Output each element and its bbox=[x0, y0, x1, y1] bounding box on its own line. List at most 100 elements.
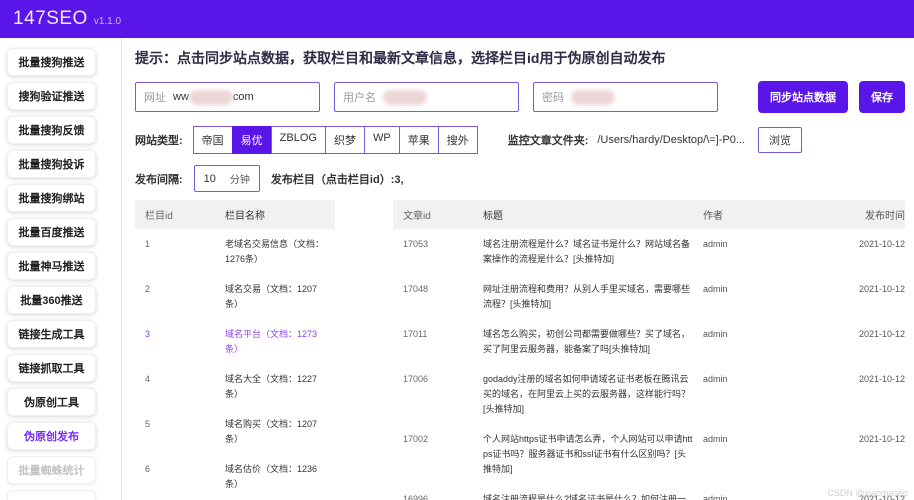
column-row[interactable]: 1 老域名交易信息（文档：1276条） bbox=[135, 229, 335, 274]
site-url-value-suffix: com bbox=[232, 91, 254, 103]
columns-table: 栏目id 栏目名称 1 老域名交易信息（文档：1276条） 2 域名交易（文档：120… bbox=[135, 200, 335, 500]
column-name: 域名购买（文档：1207条） bbox=[225, 419, 318, 444]
article-date: 2021-10-12 bbox=[858, 329, 905, 339]
password-label: 密码 bbox=[542, 92, 564, 104]
sidebar-item-4[interactable]: 批量搜狗投诉 bbox=[7, 150, 96, 178]
password-input[interactable]: 密码 bbox=[533, 82, 718, 112]
article-author: admin bbox=[703, 284, 728, 294]
column-name: 域名大全（文档：1227条） bbox=[225, 374, 318, 399]
article-date: 2021-10-12 bbox=[858, 239, 905, 249]
column-name: 老域名交易信息（文档：1276条） bbox=[225, 239, 325, 264]
article-title-header: 标题 bbox=[483, 211, 503, 222]
sidebar-item-10[interactable]: 链接抓取工具 bbox=[7, 354, 96, 382]
main-content: 提示：点击同步站点数据，获取栏目和最新文章信息，选择栏目id用于伪原创自动发布 … bbox=[122, 38, 914, 500]
site-url-label: 网址 bbox=[144, 92, 166, 104]
article-id: 17048 bbox=[403, 284, 429, 294]
column-row[interactable]: 4 域名大全（文档：1227条） bbox=[135, 364, 335, 409]
site-type-option-搜外[interactable]: 搜外 bbox=[437, 126, 478, 154]
column-name: 域名估价（文档：1236条） bbox=[225, 464, 318, 489]
sidebar-item-9[interactable]: 链接生成工具 bbox=[7, 320, 96, 348]
publish-columns-label: 发布栏目（点击栏目id）:3, bbox=[270, 173, 404, 186]
column-row[interactable]: 6 域名估价（文档：1236条） bbox=[135, 454, 335, 499]
app-version: v1.1.0 bbox=[93, 16, 122, 27]
site-type-option-苹果[interactable]: 苹果 bbox=[398, 126, 439, 154]
articles-table: 文章id 标题 作者 发布时间 17053 域名注册流程是什么？域名证书是什么？网… bbox=[393, 200, 905, 500]
column-id[interactable]: 4 bbox=[145, 372, 225, 402]
site-type-option-易优[interactable]: 易优 bbox=[231, 126, 272, 154]
site-type-option-ZBLOG[interactable]: ZBLOG bbox=[270, 126, 326, 154]
username-label: 用户名 bbox=[343, 92, 376, 104]
sidebar-item-14 bbox=[7, 490, 96, 500]
article-id: 16996 bbox=[403, 494, 429, 500]
sidebar-item-13: 批量蜘蛛统计 bbox=[7, 456, 96, 484]
article-row: 17053 域名注册流程是什么？域名证书是什么？网站域名备案操作的流程是什么？[头… bbox=[393, 229, 905, 274]
column-id[interactable]: 3 bbox=[145, 327, 225, 357]
article-id: 17053 bbox=[403, 239, 429, 249]
column-id[interactable]: 1 bbox=[145, 237, 225, 267]
article-author-header: 作者 bbox=[703, 211, 723, 222]
articles-table-header: 文章id 标题 作者 发布时间 bbox=[393, 200, 905, 229]
article-date-header: 发布时间 bbox=[865, 211, 905, 222]
watermark: CSDN @xiaomaseo bbox=[827, 488, 908, 498]
article-date: 2021-10-12 bbox=[858, 434, 905, 444]
article-author: admin bbox=[703, 329, 728, 339]
interval-input[interactable]: 10 分钟 bbox=[193, 165, 260, 192]
article-title: 个人网站https证书申请怎么弄，个人网站可以申请https证书吗？服务器证书和… bbox=[483, 434, 693, 474]
article-title: 域名注册流程是什么?域名证书是什么？如何注册一个域名？[头推特加] bbox=[483, 494, 687, 500]
site-credentials-row: 网址 ww com 用户名 密码 同步站点数据 保存 bbox=[135, 81, 905, 113]
article-id: 17006 bbox=[403, 374, 429, 384]
sidebar-item-6[interactable]: 批量百度推送 bbox=[7, 218, 96, 246]
sidebar-item-3[interactable]: 批量搜狗反馈 bbox=[7, 116, 96, 144]
monitor-folder-path: /Users/hardy/Desktop/\=]-P0... bbox=[597, 134, 746, 146]
site-type-option-WP[interactable]: WP bbox=[363, 126, 400, 154]
username-input[interactable]: 用户名 bbox=[334, 82, 519, 112]
save-button[interactable]: 保存 bbox=[859, 81, 905, 113]
sidebar: 批量搜狗推送 搜狗验证推送 批量搜狗反馈 批量搜狗投诉 批量搜狗绑站 批量百度推送 批量神马… bbox=[0, 38, 122, 500]
tables-area: 栏目id 栏目名称 1 老域名交易信息（文档：1276条） 2 域名交易（文档：120… bbox=[135, 200, 905, 500]
article-author: admin bbox=[703, 434, 728, 444]
redacted-password-blur bbox=[571, 89, 615, 105]
article-date: 2021-10-12 bbox=[858, 284, 905, 294]
app-title: 147SEO bbox=[13, 8, 88, 29]
sidebar-item-12[interactable]: 伪原创发布 bbox=[7, 422, 96, 450]
sidebar-item-8[interactable]: 批量360推送 bbox=[7, 286, 96, 314]
article-id-header: 文章id bbox=[403, 211, 431, 222]
article-row: 17002 个人网站https证书申请怎么弄，个人网站可以申请https证书吗？服… bbox=[393, 424, 905, 484]
interval-value: 10 bbox=[203, 172, 216, 185]
site-type-option-织梦[interactable]: 织梦 bbox=[324, 126, 365, 154]
app-header: 147SEO v1.1.0 bbox=[0, 0, 914, 38]
sync-site-data-button[interactable]: 同步站点数据 bbox=[758, 81, 848, 113]
column-row[interactable]: 5 域名购买（文档：1207条） bbox=[135, 409, 335, 454]
article-title: 域名注册流程是什么？域名证书是什么？网站域名备案操作的流程是什么？[头推特加] bbox=[483, 239, 691, 264]
article-author: admin bbox=[703, 374, 728, 384]
column-row[interactable]: 2 域名交易（文档：1207条） bbox=[135, 274, 335, 319]
article-id: 17002 bbox=[403, 434, 429, 444]
column-row[interactable]: 3 域名平台（文档：1273条） bbox=[135, 319, 335, 364]
article-title: 网址注册流程和费用？从别人手里买域名，需要哪些流程？[头推特加] bbox=[483, 284, 691, 309]
article-row: 17011 域名怎么购买，初创公司都需要做哪些？买了域名，买了阿里云服务器，能备案… bbox=[393, 319, 905, 364]
redacted-url-blur bbox=[188, 89, 233, 105]
article-date: 2021-10-12 bbox=[858, 374, 905, 384]
column-id[interactable]: 5 bbox=[145, 417, 225, 447]
column-name-header: 栏目名称 bbox=[225, 211, 265, 222]
sidebar-item-11[interactable]: 伪原创工具 bbox=[7, 388, 96, 416]
sidebar-item-7[interactable]: 批量神马推送 bbox=[7, 252, 96, 280]
sidebar-item-5[interactable]: 批量搜狗绑站 bbox=[7, 184, 96, 212]
site-type-option-帝国[interactable]: 帝国 bbox=[192, 126, 233, 154]
interval-label: 发布间隔: bbox=[135, 173, 183, 186]
column-id[interactable]: 2 bbox=[145, 282, 225, 312]
article-row: 17048 网址注册流程和费用？从别人手里买域名，需要哪些流程？[头推特加] adm… bbox=[393, 274, 905, 319]
site-url-input[interactable]: 网址 ww com bbox=[135, 82, 320, 112]
publish-interval-row: 发布间隔: 10 分钟 发布栏目（点击栏目id）:3, bbox=[135, 165, 905, 192]
site-url-value-prefix: ww bbox=[173, 91, 189, 103]
article-author: admin bbox=[703, 239, 728, 249]
sidebar-item-2[interactable]: 搜狗验证推送 bbox=[7, 82, 96, 110]
browse-button[interactable]: 浏览 bbox=[758, 127, 803, 153]
column-id-header: 栏目id bbox=[145, 211, 173, 222]
tip-text: 提示：点击同步站点数据，获取栏目和最新文章信息，选择栏目id用于伪原创自动发布 bbox=[135, 50, 666, 66]
column-name: 域名交易（文档：1207条） bbox=[225, 284, 318, 309]
column-id[interactable]: 6 bbox=[145, 462, 225, 492]
sidebar-item-1[interactable]: 批量搜狗推送 bbox=[7, 48, 96, 76]
site-type-label: 网站类型: bbox=[135, 135, 183, 147]
site-type-segmented-control: 帝国 易优 ZBLOG 织梦 WP 苹果 搜外 bbox=[192, 126, 478, 154]
